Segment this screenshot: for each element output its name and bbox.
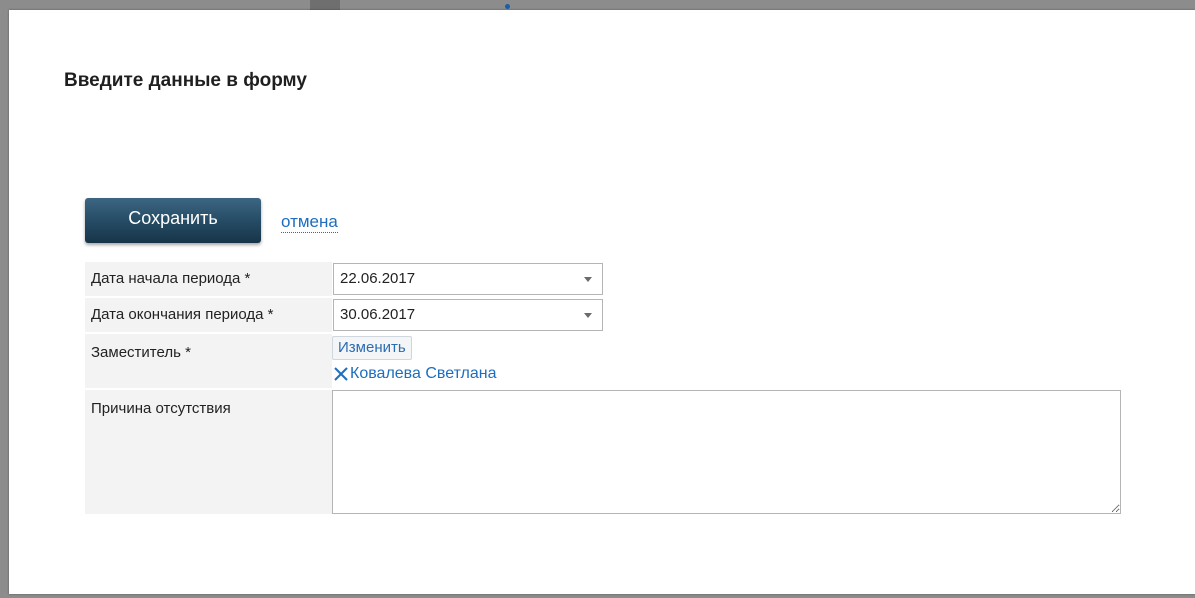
- start-date-value: 22.06.2017: [340, 270, 416, 287]
- deputy-row: Заместитель * Изменить Ковалева Светлана: [85, 334, 1129, 388]
- start-date-row: Дата начала периода * 22.06.2017: [85, 262, 1129, 296]
- reason-textarea[interactable]: [332, 390, 1121, 514]
- reason-row: Причина отсутствия: [85, 390, 1129, 514]
- start-date-field-cell: 22.06.2017: [332, 262, 1129, 296]
- save-button[interactable]: Сохранить: [85, 198, 261, 243]
- cancel-link[interactable]: отмена: [281, 212, 338, 233]
- deputy-name[interactable]: Ковалева Светлана: [350, 365, 497, 383]
- end-date-row: Дата окончания периода * 30.06.2017: [85, 298, 1129, 332]
- start-date-picker[interactable]: 22.06.2017: [333, 263, 603, 295]
- end-date-label: Дата окончания периода *: [91, 306, 274, 323]
- absence-form: Дата начала периода * 22.06.2017 Дата ок…: [85, 262, 1129, 516]
- end-date-value: 30.06.2017: [340, 306, 416, 323]
- chevron-down-icon[interactable]: [584, 277, 592, 282]
- change-deputy-button[interactable]: Изменить: [332, 336, 412, 360]
- dialog: Введите данные в форму Сохранить отмена …: [9, 10, 1195, 594]
- end-date-field-cell: 30.06.2017: [332, 298, 1129, 332]
- deputy-field-cell: Изменить Ковалева Светлана: [332, 334, 1129, 388]
- end-date-picker[interactable]: 30.06.2017: [333, 299, 603, 331]
- selected-deputy: Ковалева Светлана: [332, 365, 497, 383]
- reason-label: Причина отсутствия: [91, 400, 231, 417]
- reason-field-cell: [332, 390, 1129, 514]
- background-element: [310, 0, 340, 10]
- start-date-label: Дата начала периода *: [91, 270, 251, 287]
- deputy-label: Заместитель *: [91, 344, 191, 361]
- chevron-down-icon[interactable]: [584, 313, 592, 318]
- dialog-title: Введите данные в форму: [64, 70, 307, 91]
- background-element: [505, 4, 510, 9]
- close-icon[interactable]: [332, 365, 350, 383]
